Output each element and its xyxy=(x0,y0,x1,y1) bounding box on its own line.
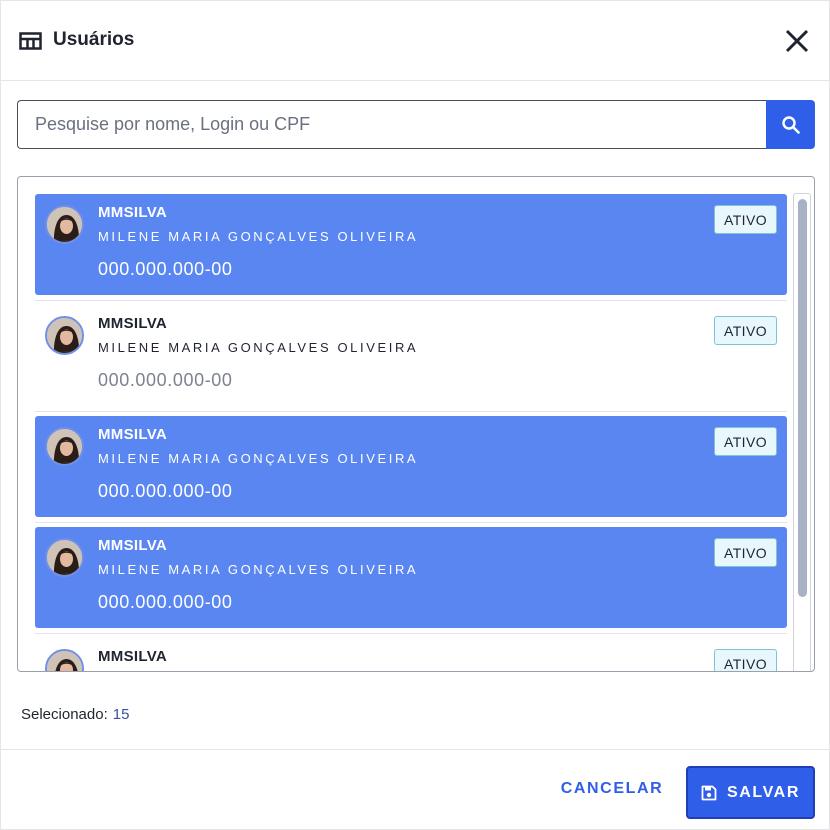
user-full-name: MILENE MARIA GONÇALVES OLIVEIRA xyxy=(98,229,419,244)
user-cpf: 000.000.000-00 xyxy=(98,259,233,279)
user-login: MMSILVA xyxy=(98,315,168,332)
users-dialog: Usuários MMSILVA MILENE MARIA GONÇALVES O… xyxy=(0,0,830,830)
close-icon[interactable] xyxy=(783,27,811,55)
row-divider xyxy=(35,300,787,301)
avatar xyxy=(45,316,84,355)
user-list-item[interactable]: MMSILVA MILENE MARIA GONÇALVES OLIVEIRA 00… xyxy=(35,194,787,301)
cancel-button[interactable]: CANCELAR xyxy=(555,778,669,800)
scrollbar-track[interactable] xyxy=(793,193,811,671)
dialog-header: Usuários xyxy=(1,1,829,81)
user-cpf: 000.000.000-00 xyxy=(98,370,233,390)
avatar xyxy=(45,649,84,671)
search-input[interactable] xyxy=(17,100,766,149)
status-badge: ATIVO xyxy=(714,205,777,234)
search-button[interactable] xyxy=(766,100,815,149)
avatar xyxy=(45,205,84,244)
user-list-item[interactable]: MMSILVA MILENE MARIA GONÇALVES OLIVEIRA 00… xyxy=(35,527,787,634)
user-login: MMSILVA xyxy=(98,648,168,665)
user-full-name: MILENE MARIA GONÇALVES OLIVEIRA xyxy=(98,562,419,577)
row-divider xyxy=(35,633,787,634)
status-badge: ATIVO xyxy=(714,316,777,345)
save-button-label: SALVAR xyxy=(726,783,800,801)
selection-summary: Selecionado: 15 xyxy=(21,706,129,723)
user-list-container: MMSILVA MILENE MARIA GONÇALVES OLIVEIRA 00… xyxy=(17,176,815,672)
status-badge: ATIVO xyxy=(714,649,777,671)
floppy-disk-icon xyxy=(701,785,717,800)
user-login: MMSILVA xyxy=(98,537,168,554)
user-cpf: 000.000.000-00 xyxy=(98,481,233,501)
user-full-name: MILENE MARIA GONÇALVES OLIVEIRA xyxy=(98,340,419,355)
selection-count: 15 xyxy=(112,706,130,723)
user-list-item[interactable]: MMSILVA MILENE MARIA GONÇALVES OLIVEIRA 00… xyxy=(35,416,787,523)
user-list-item[interactable]: MMSILVAMILENE MARIA GONÇALVES OLIVEIRA00… xyxy=(35,638,787,671)
user-login: MMSILVA xyxy=(98,204,168,221)
avatar xyxy=(45,538,84,577)
status-badge: ATIVO xyxy=(714,427,777,456)
selection-label: Selecionado: xyxy=(21,706,108,723)
save-button[interactable]: SALVAR xyxy=(686,766,815,819)
row-divider xyxy=(35,411,787,412)
table-grid-icon xyxy=(19,32,42,50)
search-bar xyxy=(17,100,815,149)
user-list-item[interactable]: MMSILVA MILENE MARIA GONÇALVES OLIVEIRA 00… xyxy=(35,305,787,412)
dialog-title: Usuários xyxy=(53,29,135,50)
user-list: MMSILVA MILENE MARIA GONÇALVES OLIVEIRA 00… xyxy=(35,194,787,671)
user-cpf: 000.000.000-00 xyxy=(98,592,233,612)
avatar xyxy=(45,427,84,466)
user-login: MMSILVA xyxy=(98,426,168,443)
status-badge: ATIVO xyxy=(714,538,777,567)
user-full-name: MILENE MARIA GONÇALVES OLIVEIRA xyxy=(98,451,419,466)
search-icon xyxy=(781,115,800,134)
dialog-footer: CANCELAR SALVAR xyxy=(1,749,829,830)
scrollbar-thumb[interactable] xyxy=(798,199,807,597)
row-divider xyxy=(35,522,787,523)
